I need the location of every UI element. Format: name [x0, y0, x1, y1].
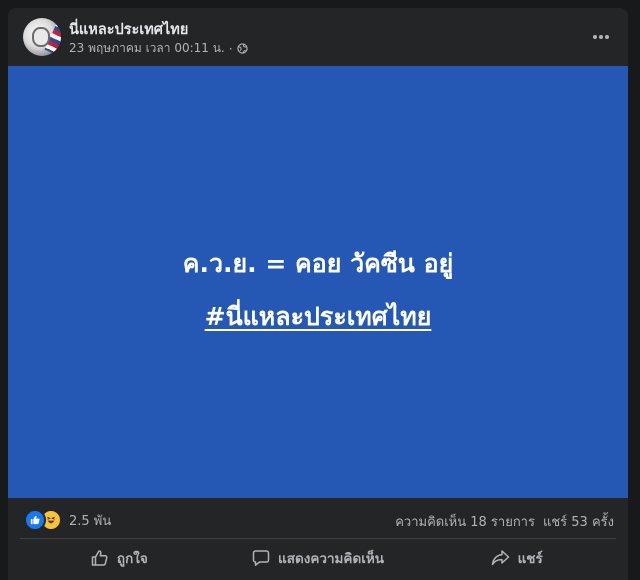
post-actions-bar: ถูกใจ แสดงความคิดเห็น แชร์ [20, 541, 616, 575]
actions-divider [20, 538, 616, 539]
image-hashtag[interactable]: #นี่แหละประเทศไทย [8, 297, 628, 337]
post-card: นี่แหละประเทศไทย 23 พฤษภาคม เวลา 00:11 น… [8, 8, 628, 580]
post-stats: 2.5 พัน ความคิดเห็น 18 รายการ แชร์ 53 คร… [8, 498, 628, 538]
like-label: ถูกใจ [116, 551, 148, 567]
comment-count-link[interactable]: ความคิดเห็น 18 รายการ [395, 511, 535, 532]
post-header: นี่แหละประเทศไทย 23 พฤษภาคม เวลา 00:11 น… [8, 8, 628, 66]
page-name-link[interactable]: นี่แหละประเทศไทย [69, 18, 188, 41]
like-reaction-icon [24, 509, 46, 531]
comment-label: แสดงความคิดเห็น [278, 551, 384, 567]
comment-button[interactable]: แสดงความคิดเห็น [219, 541, 418, 575]
comment-bubble-icon [252, 550, 270, 566]
share-button[interactable]: แชร์ [417, 541, 616, 575]
reaction-count: 2.5 พัน [69, 513, 112, 529]
avatar-face-graphic [32, 27, 50, 47]
thumbs-up-icon [91, 550, 108, 566]
post-image[interactable]: ค.ว.ย. = คอย วัคซีน อยู่ #นี่แหละประเทศไ… [8, 66, 628, 498]
engagement-counts: ความคิดเห็น 18 รายการ แชร์ 53 ครั้ง [395, 511, 614, 532]
reactions-summary[interactable]: 2.5 พัน [24, 509, 111, 531]
share-label: แชร์ [517, 551, 543, 567]
post-timestamp[interactable]: 23 พฤษภาคม เวลา 00:11 น. [69, 39, 225, 58]
meta-separator: · [228, 41, 233, 56]
share-count-link[interactable]: แชร์ 53 ครั้ง [543, 511, 614, 532]
globe-icon[interactable] [236, 43, 248, 54]
more-options-button[interactable] [586, 22, 616, 52]
like-button[interactable]: ถูกใจ [20, 541, 219, 575]
more-options-icon [593, 35, 609, 39]
share-arrow-icon [491, 550, 509, 566]
image-text-line: ค.ว.ย. = คอย วัคซีน อยู่ [182, 249, 454, 278]
page-avatar[interactable] [23, 18, 61, 56]
post-meta: 23 พฤษภาคม เวลา 00:11 น. · [69, 39, 248, 58]
